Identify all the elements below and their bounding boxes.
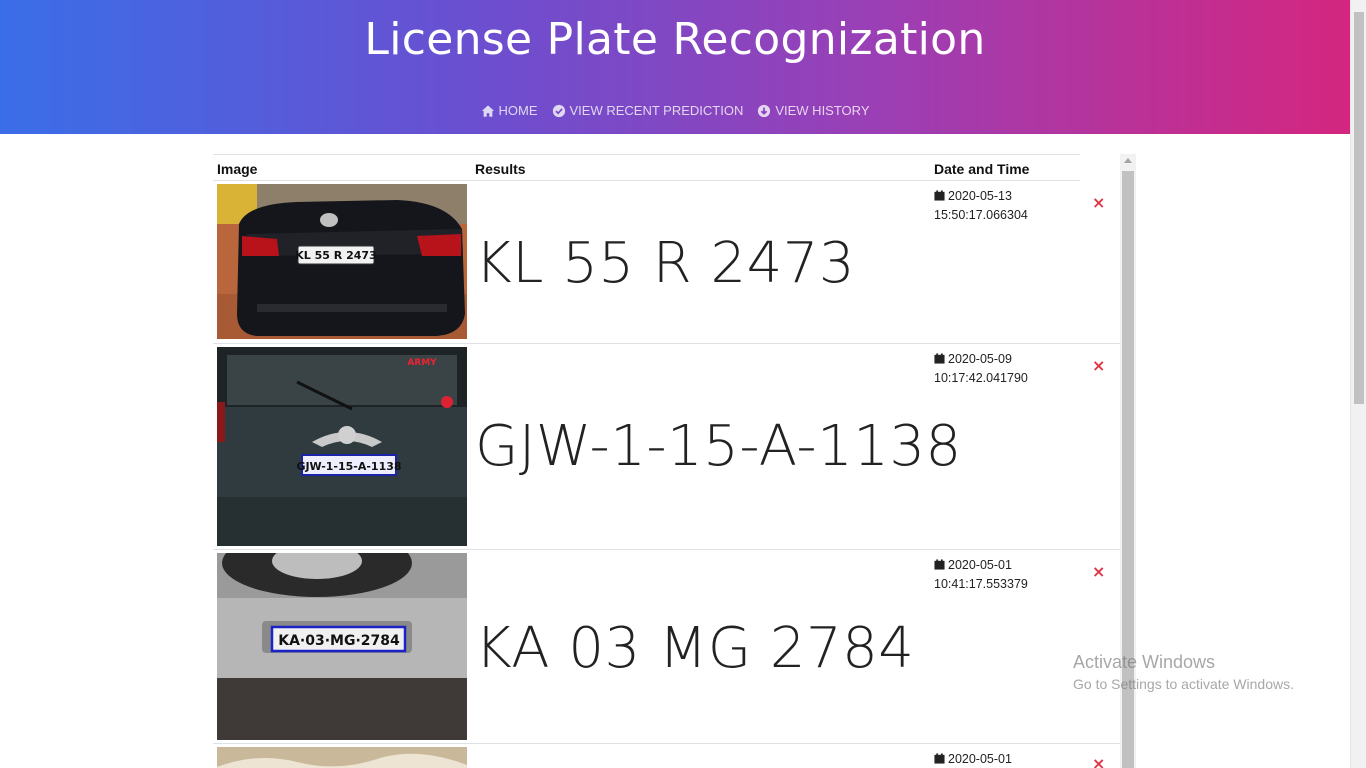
table-row: 2020-05-01 × xyxy=(213,744,1120,768)
date-text: 2020-05-01 xyxy=(948,558,1012,572)
watermark-line-1: Activate Windows xyxy=(1073,652,1216,672)
nav-home-label: HOME xyxy=(498,103,538,118)
nav-recent-prediction-label: VIEW RECENT PREDICTION xyxy=(569,103,744,118)
nav-home-link[interactable]: HOME xyxy=(481,103,538,118)
check-circle-icon xyxy=(552,104,565,117)
delete-row-button[interactable]: × xyxy=(1092,562,1105,581)
calendar-icon xyxy=(934,753,945,764)
column-header-date-time: Date and Time xyxy=(934,161,1030,177)
time-text: 15:50:17.066304 xyxy=(934,208,1028,222)
result-plate-text: KA 03 MG 2784 xyxy=(475,616,915,681)
calendar-icon xyxy=(934,353,945,364)
history-table: Image Results Date and Time KL 55 R 2473… xyxy=(213,154,1136,768)
date-time: 2020-05-13 15:50:17.066304 xyxy=(934,187,1044,225)
nav-history-label: VIEW HISTORY xyxy=(775,103,870,118)
home-icon xyxy=(481,104,494,117)
svg-text:KA·03·MG·2784: KA·03·MG·2784 xyxy=(278,633,400,649)
date-text: 2020-05-09 xyxy=(948,352,1012,366)
car-image: ARMY GJW-1-15-A-1138 xyxy=(217,347,467,546)
activate-windows-watermark: Activate Windows Go to Settings to activ… xyxy=(1073,652,1294,692)
column-header-image: Image xyxy=(217,161,258,177)
page-header: License Plate Recognization HOME VIEW RE… xyxy=(0,0,1350,134)
table-header: Image Results Date and Time xyxy=(213,154,1080,181)
delete-row-button[interactable]: × xyxy=(1092,356,1105,375)
date-text: 2020-05-01 xyxy=(948,752,1012,766)
arrow-circle-down-icon xyxy=(758,104,771,117)
date-time: 2020-05-09 10:17:42.041790 xyxy=(934,350,1044,388)
table-row: KA·03·MG·2784 KA 03 MG 2784 2020-05-01 1… xyxy=(213,550,1120,744)
date-time: 2020-05-01 10:41:17.553379 xyxy=(934,556,1044,594)
delete-row-button[interactable]: × xyxy=(1092,193,1105,212)
watermark-line-2: Go to Settings to activate Windows. xyxy=(1073,676,1294,692)
table-row: KL 55 R 2473 KL 55 R 2473 2020-05-13 15:… xyxy=(213,181,1120,344)
scroll-up-arrow-icon[interactable] xyxy=(1124,158,1132,163)
car-image xyxy=(217,747,467,768)
time-text: 10:41:17.553379 xyxy=(934,577,1028,591)
car-image: KA·03·MG·2784 xyxy=(217,553,467,740)
page-title: License Plate Recognization xyxy=(364,14,986,65)
car-image: KL 55 R 2473 xyxy=(217,184,467,339)
delete-row-button[interactable]: × xyxy=(1092,754,1105,768)
svg-text:GJW-1-15-A-1138: GJW-1-15-A-1138 xyxy=(296,460,401,473)
result-plate-text: GJW-1-15-A-1138 xyxy=(475,414,962,479)
table-row: ARMY GJW-1-15-A-1138 GJW-1-15-A-1138 202… xyxy=(213,344,1120,550)
page-scrollbar[interactable] xyxy=(1350,0,1366,768)
date-time: 2020-05-01 xyxy=(934,750,1044,768)
column-header-results: Results xyxy=(475,161,526,177)
nav-recent-prediction-link[interactable]: VIEW RECENT PREDICTION xyxy=(552,103,744,118)
main-nav: HOME VIEW RECENT PREDICTION VIEW HISTORY xyxy=(0,103,1350,118)
page-scrollbar-thumb[interactable] xyxy=(1354,12,1364,404)
date-text: 2020-05-13 xyxy=(948,189,1012,203)
calendar-icon xyxy=(934,559,945,570)
result-plate-text: KL 55 R 2473 xyxy=(475,231,856,296)
time-text: 10:17:42.041790 xyxy=(934,371,1028,385)
calendar-icon xyxy=(934,190,945,201)
svg-text:ARMY: ARMY xyxy=(407,358,437,368)
svg-text:KL 55 R 2473: KL 55 R 2473 xyxy=(295,249,376,262)
nav-history-link[interactable]: VIEW HISTORY xyxy=(757,103,870,118)
